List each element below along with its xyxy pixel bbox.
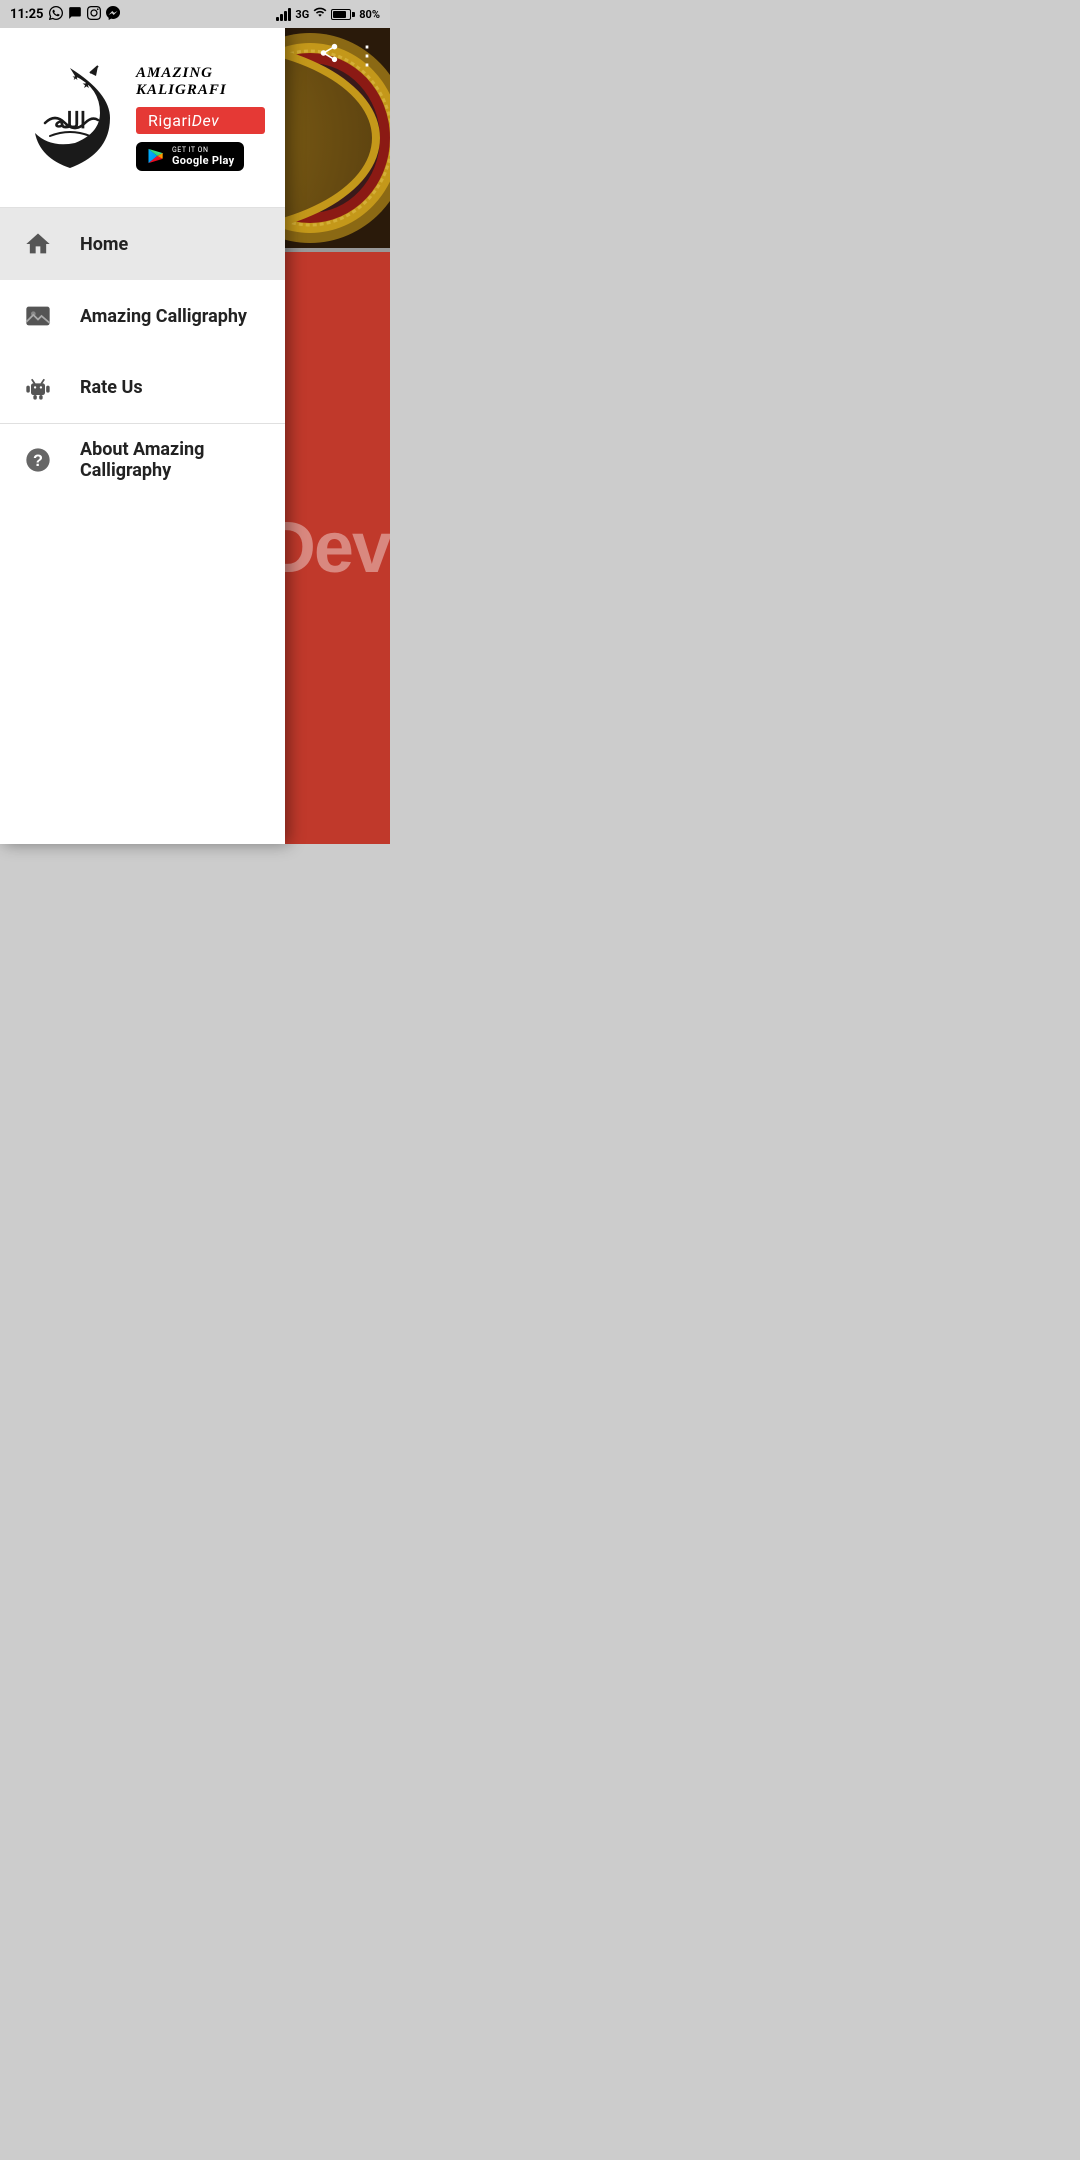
main-container: الله Dev ⋮ ★ <box>0 28 390 844</box>
drawer-logo: ★ ★ الله <box>20 58 120 178</box>
svg-text:الله: الله <box>54 108 86 133</box>
sidebar-item-rate-us-label: Rate Us <box>80 377 143 398</box>
battery-icon <box>331 9 355 20</box>
whatsapp-icon <box>49 6 63 23</box>
rigari-badge: RigariDev <box>136 107 265 134</box>
google-play-get-it: GET IT ON <box>172 146 234 154</box>
google-play-badge[interactable]: GET IT ON Google Play <box>136 142 244 171</box>
instagram-icon <box>87 6 101 23</box>
sidebar-item-rate-us[interactable]: Rate Us <box>0 352 285 424</box>
battery-percent: 80% <box>359 8 380 21</box>
svg-text:★: ★ <box>82 80 91 91</box>
svg-text:★: ★ <box>72 73 79 82</box>
network-type: 3G <box>295 8 309 21</box>
image-icon <box>20 298 56 334</box>
status-bar: 11:25 3G <box>0 0 390 28</box>
sidebar-item-home[interactable]: Home <box>0 208 285 280</box>
google-play-store: Google Play <box>172 154 234 167</box>
messenger-icon <box>106 6 120 23</box>
sidebar-item-about-label: About Amazing Calligraphy <box>80 439 265 481</box>
chat-icon <box>68 6 82 23</box>
google-play-text: GET IT ON Google Play <box>172 146 234 167</box>
android-icon <box>20 370 56 406</box>
navigation-drawer: ★ ★ الله AMAZING KALIGRAFI RigariDe <box>0 28 285 844</box>
signal-icon <box>276 7 291 21</box>
rigari-dev: Dev <box>192 111 219 130</box>
home-icon <box>20 226 56 262</box>
sidebar-item-amazing-calligraphy[interactable]: Amazing Calligraphy <box>0 280 285 352</box>
drawer-header-info: AMAZING KALIGRAFI RigariDev <box>136 65 265 171</box>
status-time: 11:25 <box>10 7 44 22</box>
toolbar-partial: ⋮ <box>285 28 390 84</box>
svg-text:الله: الله <box>290 124 331 155</box>
share-icon[interactable] <box>318 42 340 70</box>
wifi-icon <box>313 5 327 23</box>
sidebar-item-home-label: Home <box>80 234 128 255</box>
drawer-menu: Home Amazing Calligraphy <box>0 208 285 844</box>
svg-text:?: ? <box>33 452 43 470</box>
sidebar-item-calligraphy-label: Amazing Calligraphy <box>80 306 247 327</box>
rigari-name: Rigari <box>148 111 192 130</box>
status-right: 3G 80% <box>276 5 380 23</box>
sidebar-item-about[interactable]: ? About Amazing Calligraphy <box>0 424 285 496</box>
help-icon: ? <box>20 442 56 478</box>
drawer-header: ★ ★ الله AMAZING KALIGRAFI RigariDe <box>0 28 285 208</box>
more-options-icon[interactable]: ⋮ <box>354 41 380 71</box>
app-title: AMAZING KALIGRAFI <box>136 65 265 99</box>
status-left: 11:25 <box>10 6 120 23</box>
